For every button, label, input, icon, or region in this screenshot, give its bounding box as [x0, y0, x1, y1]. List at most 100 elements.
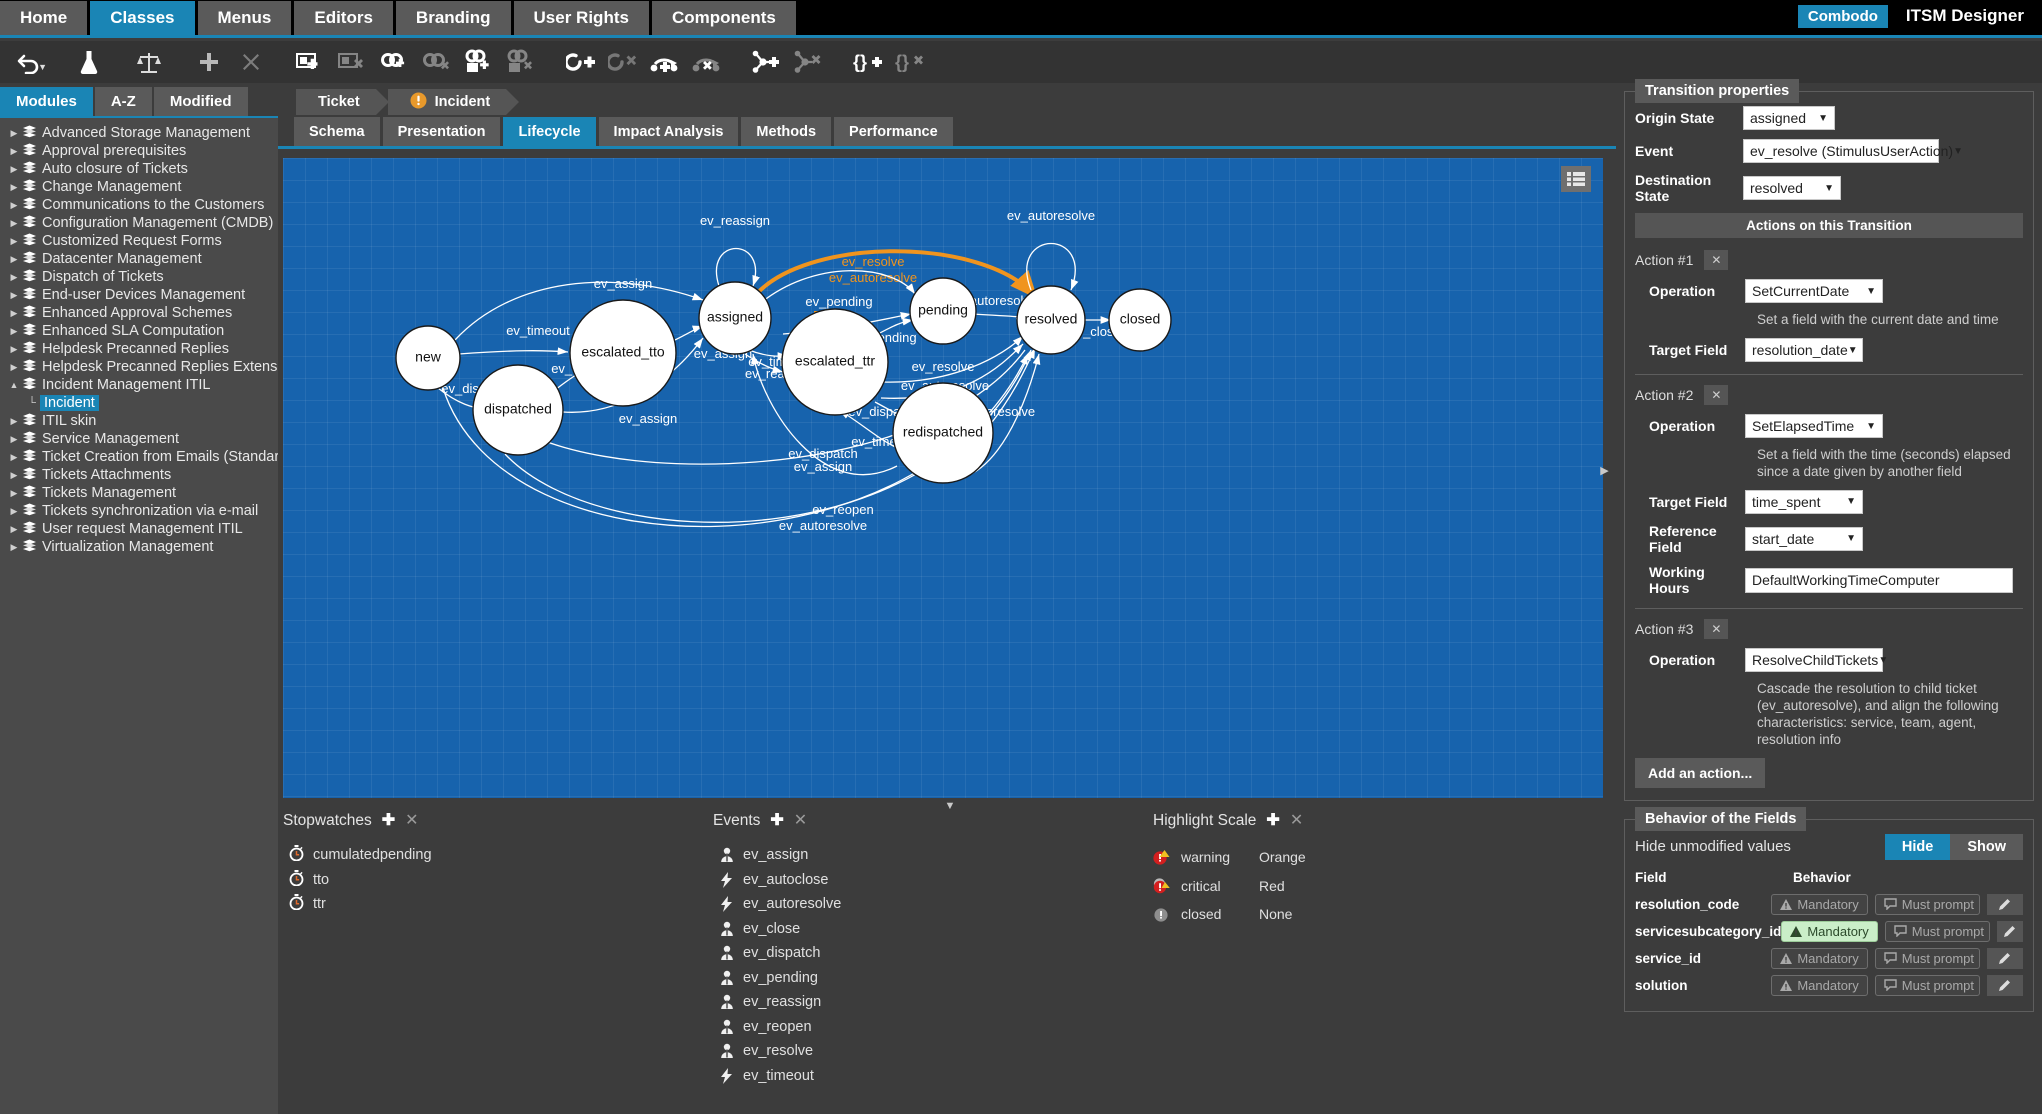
state-node-new[interactable]: new [395, 325, 461, 391]
tree-leaf-connector[interactable]: └ [24, 397, 40, 409]
tree-item-dispatch-of-tickets[interactable]: ▶ Dispatch of Tickets [6, 268, 278, 286]
event-list-item[interactable]: ev_autoclose [713, 868, 1153, 893]
highlight-scale-row[interactable]: critical Red [1153, 872, 1553, 901]
tree-item-end-user-devices-management[interactable]: ▶ End-user Devices Management [6, 286, 278, 304]
event-list-item[interactable]: ev_close [713, 917, 1153, 942]
tree-expand-icon[interactable]: ▶ [6, 128, 22, 139]
remove-event-icon[interactable]: ✕ [794, 813, 807, 829]
tree-expand-icon[interactable]: ▶ [6, 200, 22, 211]
field-select[interactable]: resolution_date ▼ [1745, 338, 1863, 363]
tab-lifecycle[interactable]: Lifecycle [503, 117, 596, 146]
menu-tab-home[interactable]: Home [0, 1, 88, 35]
state-node-assigned[interactable]: assigned [698, 281, 772, 355]
undo-icon[interactable]: ▼ [8, 43, 50, 81]
menu-tab-branding[interactable]: Branding [395, 1, 511, 35]
tree-expand-icon[interactable]: ▶ [6, 272, 22, 283]
tree-item-service-management[interactable]: ▶ Service Management [6, 430, 278, 448]
tab-schema[interactable]: Schema [294, 117, 380, 146]
operation-select[interactable]: SetElapsedTime ▼ [1745, 414, 1883, 439]
tree-expand-icon[interactable]: ▶ [6, 488, 22, 499]
stopwatch-list-item[interactable]: ttr [283, 892, 713, 917]
sidebar-tab-modules[interactable]: Modules [0, 87, 93, 116]
event-list-item[interactable]: ev_autoresolve [713, 892, 1153, 917]
state-node-escalated_tto[interactable]: escalated_tto [569, 299, 677, 407]
tree-item-incident[interactable]: └ Incident [6, 394, 278, 412]
transition-label[interactable]: ev_reassign [700, 213, 770, 228]
highlight-scale-row[interactable]: closed None [1153, 900, 1553, 929]
edit-behavior-button[interactable] [1986, 947, 2023, 969]
tree-item-tickets-attachments[interactable]: ▶ Tickets Attachments [6, 466, 278, 484]
add-relation-icon[interactable] [746, 43, 788, 81]
tab-impact-analysis[interactable]: Impact Analysis [598, 117, 739, 146]
actions-section-bar[interactable]: Actions on this Transition [1635, 213, 2023, 239]
breadcrumb-item-incident[interactable]: Incident [387, 89, 519, 115]
transition-edge[interactable] [1026, 243, 1079, 291]
add-code-icon[interactable]: {} [848, 43, 890, 81]
tab-presentation[interactable]: Presentation [382, 117, 501, 146]
menu-tab-editors[interactable]: Editors [294, 1, 393, 35]
tree-expand-icon[interactable]: ▶ [6, 146, 22, 157]
tree-item-virtualization-management[interactable]: ▶ Virtualization Management [6, 538, 278, 556]
event-list-item[interactable]: ev_timeout [713, 1064, 1153, 1089]
sidebar-tab-az[interactable]: A-Z [94, 87, 152, 116]
tree-item-enhanced-sla-computation[interactable]: ▶ Enhanced SLA Computation [6, 322, 278, 340]
state-node-redispatched[interactable]: redispatched [892, 382, 994, 484]
tree-expand-icon[interactable]: ▶ [6, 416, 22, 427]
tree-expand-icon[interactable]: ▶ [6, 164, 22, 175]
canvas-expand-bottom-handle[interactable]: ▼ [938, 800, 962, 812]
tree-item-datacenter-management[interactable]: ▶ Datacenter Management [6, 250, 278, 268]
event-list-item[interactable]: ev_reassign [713, 990, 1153, 1015]
highlight-scale-row[interactable]: warning Orange [1153, 843, 1553, 872]
must-prompt-toggle[interactable]: Must prompt [1884, 920, 1990, 942]
operation-select[interactable]: ResolveChildTickets ▼ [1745, 648, 1888, 673]
add-highlight-icon[interactable]: ✚ [1266, 813, 1279, 829]
transition-label[interactable]: ev_assign [594, 276, 653, 291]
state-node-escalated_ttr[interactable]: escalated_ttr [781, 308, 889, 416]
origin-state-select[interactable]: assigned ▼ [1743, 106, 1835, 130]
field-select[interactable]: start_date ▼ [1745, 526, 1863, 551]
stopwatch-list-item[interactable]: cumulatedpending [283, 843, 713, 868]
state-node-closed[interactable]: closed [1108, 288, 1172, 352]
add-event-icon[interactable]: ✚ [770, 813, 783, 829]
tree-expand-icon[interactable]: ▶ [6, 236, 22, 247]
must-prompt-toggle[interactable]: Must prompt [1874, 974, 1980, 996]
event-list-item[interactable]: ev_pending [713, 966, 1153, 991]
list-view-toggle-icon[interactable] [1561, 166, 1591, 192]
tree-item-tickets-management[interactable]: ▶ Tickets Management [6, 484, 278, 502]
remove-highlight-icon[interactable]: ✕ [1290, 813, 1303, 829]
edit-behavior-button[interactable] [1986, 893, 2023, 915]
tree-expand-icon[interactable]: ▶ [6, 254, 22, 265]
tree-item-user-request-management-itil[interactable]: ▶ User request Management ITIL [6, 520, 278, 538]
remove-action-button[interactable]: ✕ [1704, 385, 1729, 406]
tree-item-tickets-synchronization-via-e-mail[interactable]: ▶ Tickets synchronization via e-mail [6, 502, 278, 520]
flask-icon[interactable] [68, 43, 110, 81]
tree-expand-icon[interactable]: ▶ [6, 344, 22, 355]
canvas-expand-right-handle[interactable]: ▶ [1600, 458, 1609, 482]
add-state-icon[interactable] [560, 43, 602, 81]
tree-expand-icon[interactable]: ▶ [6, 470, 22, 481]
tab-performance[interactable]: Performance [834, 117, 953, 146]
tree-item-change-management[interactable]: ▶ Change Management [6, 178, 278, 196]
tree-item-advanced-storage-management[interactable]: ▶ Advanced Storage Management [6, 124, 278, 142]
menu-tab-classes[interactable]: Classes [90, 1, 195, 35]
tree-item-configuration-management-cmdb[interactable]: ▶ Configuration Management (CMDB) [6, 214, 278, 232]
tree-item-ticket-creation-from-emails-standard[interactable]: ▶ Ticket Creation from Emails (Standard) [6, 448, 278, 466]
transition-label[interactable]: ev_autoresolve [1007, 208, 1095, 223]
event-list-item[interactable]: ev_dispatch [713, 941, 1153, 966]
event-list-item[interactable]: ev_reopen [713, 1015, 1153, 1040]
tree-item-communications-to-the-customers[interactable]: ▶ Communications to the Customers [6, 196, 278, 214]
transition-label[interactable]: ev_assign [619, 411, 678, 426]
mandatory-toggle[interactable]: Mandatory [1771, 947, 1868, 969]
tree-item-helpdesk-precanned-replies-extension[interactable]: ▶ Helpdesk Precanned Replies Extension [6, 358, 278, 376]
must-prompt-toggle[interactable]: Must prompt [1874, 893, 1980, 915]
add-field-icon[interactable] [290, 43, 332, 81]
event-list-item[interactable]: ev_assign [713, 843, 1153, 868]
tree-expand-icon[interactable]: ▶ [6, 290, 22, 301]
event-select[interactable]: ev_resolve (StimulusUserAction) ▼ [1743, 139, 1963, 163]
transition-label[interactable]: ev_timeout [506, 323, 570, 338]
edit-behavior-button[interactable] [1986, 974, 2023, 996]
working-hours-input[interactable] [1745, 567, 2013, 593]
tree-expand-icon[interactable]: ▶ [6, 542, 22, 553]
tree-expand-icon[interactable]: ▶ [6, 524, 22, 535]
lifecycle-diagram-canvas[interactable]: ev_assignev_timeoutev_dispatchev_timeout… [283, 158, 1603, 798]
